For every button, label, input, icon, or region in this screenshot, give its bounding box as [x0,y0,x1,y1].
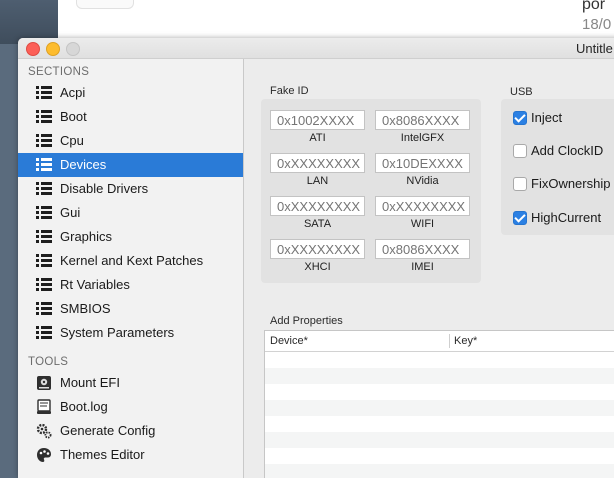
fake-id-imei-input[interactable] [375,239,470,259]
main-window: Untitle SECTIONS Acpi Boot Cpu Devices D… [18,38,614,478]
sidebar-item-label: SMBIOS [60,301,111,316]
table-row[interactable] [265,384,614,400]
add-properties-table[interactable]: Device* Key* [264,330,614,478]
sidebar-item-system-parameters[interactable]: System Parameters [18,321,243,345]
close-button[interactable] [26,42,40,56]
table-row[interactable] [265,400,614,416]
table-row[interactable] [265,368,614,384]
fake-id-xhci-input[interactable] [270,239,365,259]
sidebar-item-label: Acpi [60,85,86,100]
sidebar-item-gui[interactable]: Gui [18,201,243,225]
table-header: Device* Key* [265,331,614,352]
sidebar-item-disable-drivers[interactable]: Disable Drivers [18,177,243,201]
usb-title: USB [510,86,533,98]
gear-icon [36,423,52,439]
fake-id-label: ATI [309,132,326,144]
sidebar-item-label: Generate Config [60,423,156,438]
sidebar-item-devices[interactable]: Devices [18,153,243,177]
sidebar-item-graphics[interactable]: Graphics [18,225,243,249]
sidebar-item-label: Themes Editor [60,447,145,462]
fake-id-wifi-input[interactable] [375,196,470,216]
fake-id-box: ATI IntelGFX LAN NVidia SATA WIFI XHCI I… [261,99,481,283]
list-icon [36,325,52,341]
column-divider[interactable] [449,334,450,348]
fake-id-ati-input[interactable] [270,110,365,130]
fake-id-nvidia-input[interactable] [375,153,470,173]
background-tab [76,0,134,9]
sidebar-item-generate-config[interactable]: Generate Config [18,419,243,443]
sidebar-item-boot[interactable]: Boot [18,105,243,129]
minimize-button[interactable] [46,42,60,56]
list-icon [36,157,52,173]
list-icon [36,277,52,293]
checkbox[interactable] [513,211,527,225]
checkbox[interactable] [513,144,527,158]
sidebar-item-rt-variables[interactable]: Rt Variables [18,273,243,297]
log-icon [36,399,52,415]
fake-id-label: IMEI [411,261,434,273]
fake-id-sata-input[interactable] [270,196,365,216]
sidebar-item-label: Devices [60,157,107,172]
fake-id-title: Fake ID [270,85,309,97]
list-icon [36,181,52,197]
background-text: por [582,0,606,13]
list-icon [36,109,52,125]
sidebar-item-label: System Parameters [60,325,175,340]
tools-heading: TOOLS [28,356,69,368]
table-row[interactable] [265,432,614,448]
zoom-button[interactable] [66,42,80,56]
table-row[interactable] [265,416,614,432]
sidebar: SECTIONS Acpi Boot Cpu Devices Disable D… [18,59,244,478]
sidebar-item-kernel-kext-patches[interactable]: Kernel and Kext Patches [18,249,243,273]
background-date: 18/0 [582,16,612,33]
window-title: Untitle [576,41,613,56]
sidebar-item-label: Mount EFI [60,375,120,390]
fake-id-label: WIFI [410,218,435,230]
column-header-key[interactable]: Key* [454,335,477,347]
fake-id-label: IntelGFX [400,132,445,144]
title-bar[interactable]: Untitle [18,38,614,59]
fake-id-intelgfx-input[interactable] [375,110,470,130]
sidebar-item-label: Boot [60,109,87,124]
fake-id-label: SATA [303,218,332,230]
list-icon [36,133,52,149]
list-icon [36,301,52,317]
devices-panel: Fake ID ATI IntelGFX LAN NVidia SATA WIF… [244,59,614,478]
usb-box: Inject Add ClockID FixOwnership HighCurr… [501,99,614,235]
fake-id-label: NVidia [406,175,439,187]
add-properties-title: Add Properties [270,315,343,327]
table-row[interactable] [265,464,614,478]
checkbox[interactable] [513,111,527,125]
list-icon [36,205,52,221]
table-row[interactable] [265,352,614,368]
checkbox[interactable] [513,177,527,191]
fake-id-lan-input[interactable] [270,153,365,173]
fake-id-label: LAN [306,175,329,187]
list-icon [36,229,52,245]
list-icon [36,253,52,269]
sidebar-item-smbios[interactable]: SMBIOS [18,297,243,321]
disk-icon [36,375,52,391]
sidebar-item-label: Graphics [60,229,113,244]
sidebar-item-boot-log[interactable]: Boot.log [18,395,243,419]
sidebar-item-acpi[interactable]: Acpi [18,81,243,105]
sidebar-item-themes-editor[interactable]: Themes Editor [18,443,243,467]
sidebar-item-label: Gui [60,205,81,220]
list-icon [36,85,52,101]
column-header-device[interactable]: Device* [270,335,308,347]
sections-heading: SECTIONS [28,66,90,78]
sidebar-item-label: Cpu [60,133,84,148]
sidebar-item-cpu[interactable]: Cpu [18,129,243,153]
sidebar-item-label: Disable Drivers [60,181,149,196]
sidebar-item-label: Kernel and Kext Patches [60,253,204,268]
sidebar-item-label: Boot.log [60,399,108,414]
palette-icon [36,447,52,463]
sidebar-item-mount-efi[interactable]: Mount EFI [18,371,243,395]
sidebar-item-label: Rt Variables [60,277,130,292]
fake-id-label: XHCI [304,261,331,273]
